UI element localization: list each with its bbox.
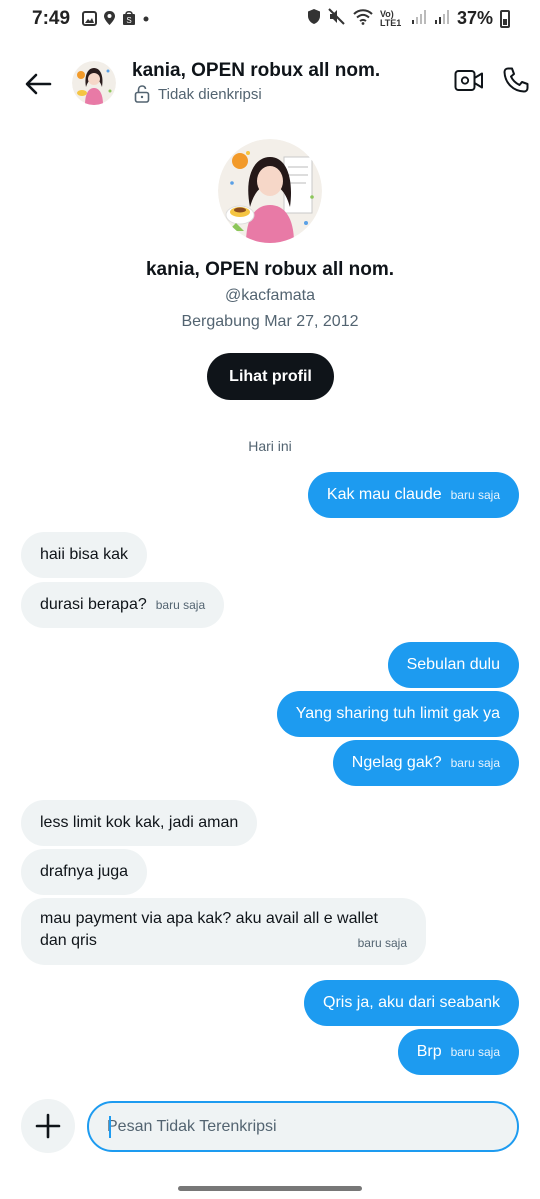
message-bubble-outgoing[interactable]: Brp baru saja [397,1029,519,1075]
profile-name: kania, OPEN robux all nom. [145,259,395,280]
mute-icon [328,8,346,29]
message-bubble-incoming[interactable]: mau payment via apa kak? aku avail all e… [21,898,426,965]
network-label: Vo) LTE1 [379,8,402,28]
battery-percent: 37% [456,8,493,28]
signal-icon [434,9,450,29]
message-bubble-incoming[interactable]: durasi berapa? baru saja [21,582,225,628]
profile-handle: @kacfamata [224,287,316,304]
message-timestamp: baru saja [450,1045,500,1059]
battery-icon [500,9,510,28]
message-bubble-outgoing[interactable]: Ngelag gak? baru saja [332,740,519,786]
voice-call-button[interactable] [502,66,534,98]
view-profile-button[interactable]: Lihat profil [207,353,334,400]
dot-icon [142,10,150,31]
message-bubble-incoming[interactable]: less limit kok kak, jadi aman [21,800,258,846]
arrow-left-icon [25,73,52,95]
message-text: Brp [416,1043,442,1060]
message-text: haii bisa kak [40,546,129,563]
message-bubble-incoming[interactable]: haii bisa kak [21,532,148,578]
avatar[interactable] [72,61,116,105]
location-icon [103,10,116,31]
header-title[interactable]: kania, OPEN robux all nom. [132,60,380,82]
plus-icon [35,1113,61,1139]
status-time: 7:49 [32,8,71,29]
phone-icon [503,67,529,93]
message-bubble-outgoing[interactable]: Yang sharing tuh limit gak ya [276,691,519,737]
profile-avatar[interactable] [218,139,322,243]
svg-text:S: S [126,16,131,25]
message-bubble-outgoing[interactable]: Qris ja, aku dari seabank [304,980,519,1026]
shopping-bag-icon: S [122,10,136,31]
message-input[interactable] [107,1103,507,1150]
encryption-status: Tidak dienkripsi [134,85,262,103]
status-bar: 7:49 S Vo) LTE1 37% [0,0,540,38]
message-text: Sebulan dulu [406,656,500,673]
message-timestamp: baru saja [357,936,407,950]
message-text: Qris ja, aku dari seabank [323,994,500,1011]
home-indicator[interactable] [178,1186,362,1191]
message-bubble-incoming[interactable]: drafnya juga [21,849,148,895]
message-composer[interactable] [87,1101,519,1152]
unlock-icon [134,85,150,103]
message-timestamp: baru saja [450,488,500,502]
message-text: drafnya juga [40,863,129,880]
message-timestamp: baru saja [450,756,500,770]
day-separator: Hari ini [248,438,292,454]
notification-icons: S [82,10,150,31]
wifi-icon [353,8,373,29]
message-text: less limit kok kak, jadi aman [40,814,239,831]
add-media-button[interactable] [21,1099,75,1153]
back-button[interactable] [20,66,56,102]
profile-joined-date: Bergabung Mar 27, 2012 [181,313,359,330]
shield-icon [307,8,321,29]
message-text: Kak mau claude [326,486,442,503]
message-timestamp: baru saja [155,598,206,612]
message-text: Ngelag gak? [351,754,442,771]
video-call-button[interactable] [454,68,488,98]
signal-icon [411,9,427,29]
system-icons: Vo) LTE1 37% [307,8,510,29]
message-bubble-outgoing[interactable]: Kak mau claude baru saja [307,472,519,518]
message-text: durasi berapa? [40,596,147,613]
conversation-header: kania, OPEN robux all nom. Tidak dienkri… [0,48,540,118]
message-text: Yang sharing tuh limit gak ya [295,705,500,722]
encryption-label: Tidak dienkripsi [158,85,262,103]
image-icon [82,10,97,31]
video-camera-icon [454,70,483,91]
text-caret [109,1116,111,1138]
message-bubble-outgoing[interactable]: Sebulan dulu [387,642,519,688]
